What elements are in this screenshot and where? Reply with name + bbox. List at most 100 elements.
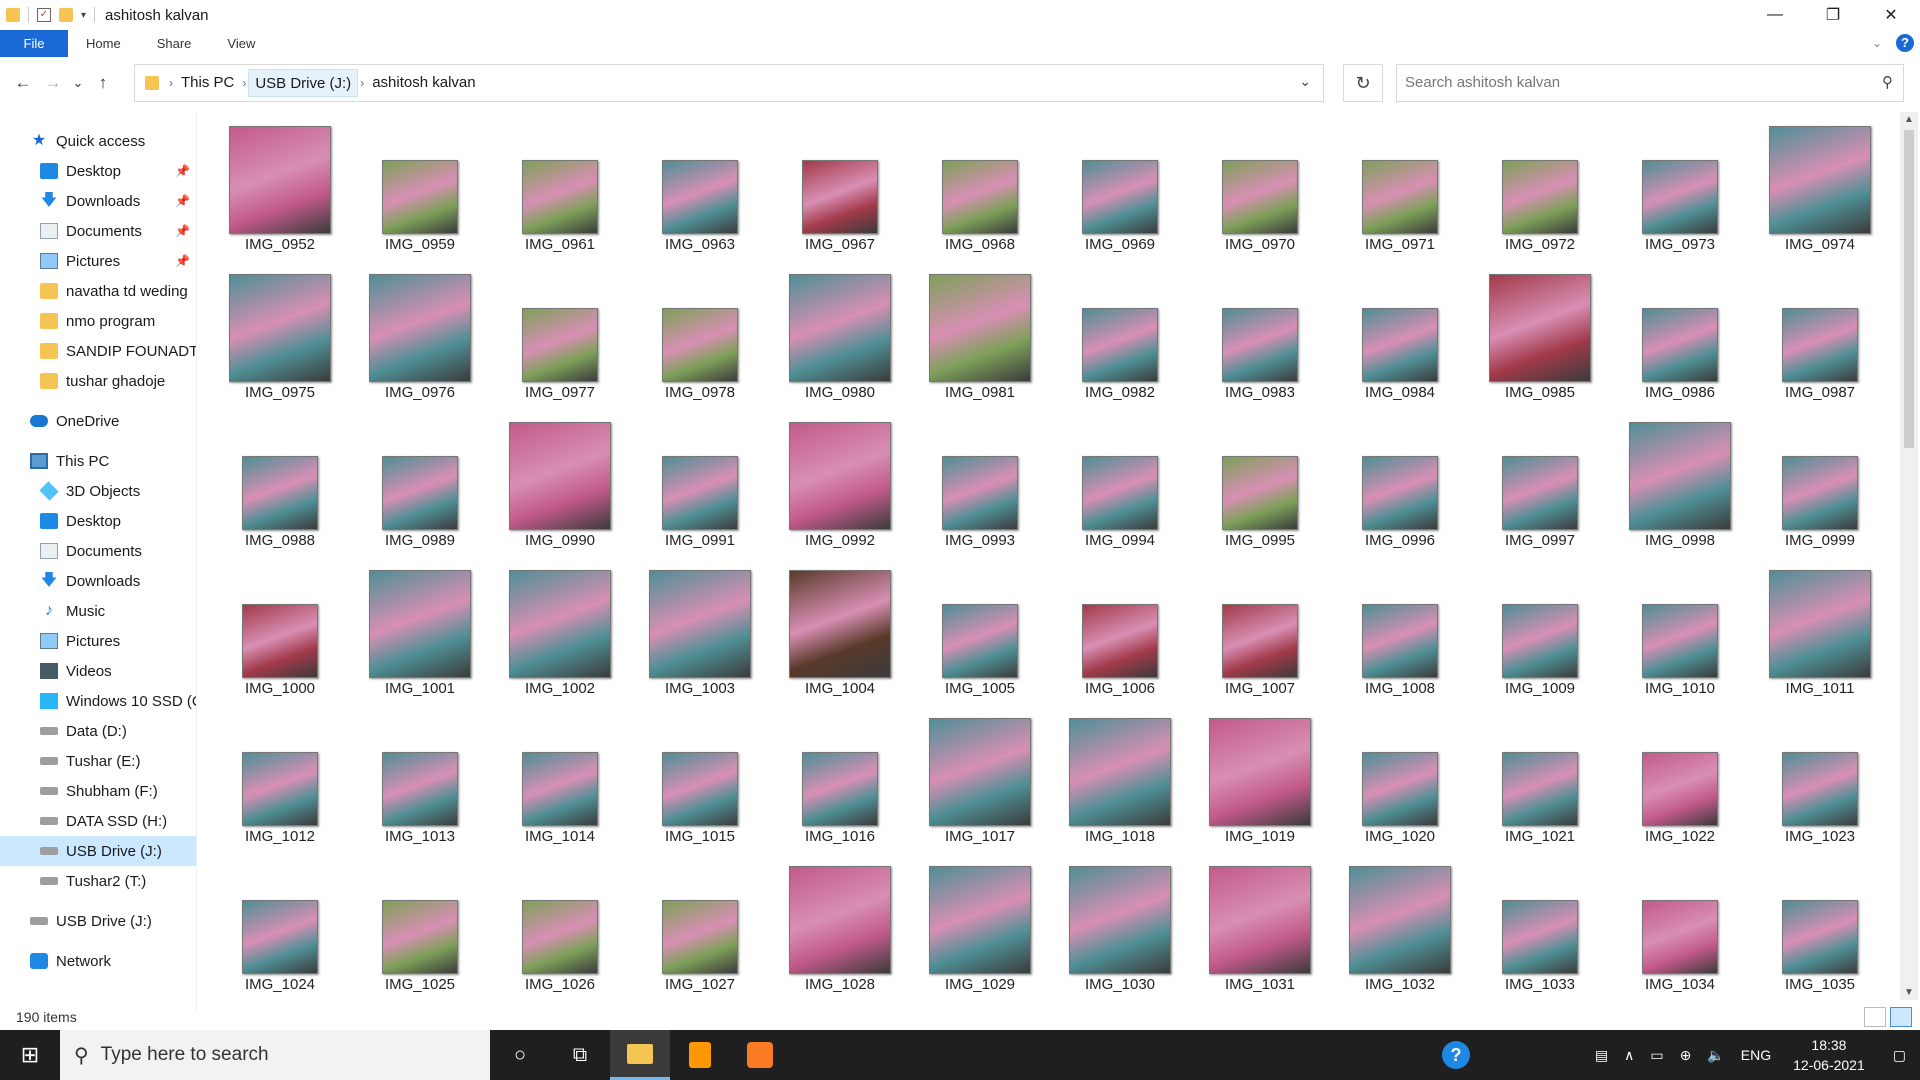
file-item[interactable]: IMG_1015: [630, 704, 770, 852]
file-item[interactable]: IMG_0986: [1610, 260, 1750, 408]
up-button[interactable]: ↑: [88, 73, 118, 93]
file-item[interactable]: IMG_1006: [1050, 556, 1190, 704]
start-button[interactable]: ⊞: [0, 1030, 60, 1080]
taskbar-xampp[interactable]: [730, 1030, 790, 1080]
file-item[interactable]: IMG_0996: [1330, 408, 1470, 556]
refresh-button[interactable]: ↻: [1343, 64, 1383, 102]
search-input[interactable]: Search ashitosh kalvan: [1405, 74, 1560, 91]
taskbar-search-box[interactable]: ⚲ Type here to search: [60, 1030, 490, 1080]
cortana-button[interactable]: ○: [490, 1030, 550, 1080]
file-item[interactable]: IMG_0981: [910, 260, 1050, 408]
file-item[interactable]: IMG_0952: [210, 112, 350, 260]
file-item[interactable]: IMG_1024: [210, 852, 350, 1000]
sidebar-item-nmo-program[interactable]: nmo program: [0, 306, 196, 336]
file-item[interactable]: IMG_0977: [490, 260, 630, 408]
sidebar-item-desktop-pc[interactable]: Desktop: [0, 506, 196, 536]
file-item[interactable]: IMG_0967: [770, 112, 910, 260]
file-item[interactable]: IMG_0983: [1190, 260, 1330, 408]
network-globe-icon[interactable]: ⊕: [1672, 1047, 1700, 1064]
taskbar-sublime-text[interactable]: [670, 1030, 730, 1080]
file-item[interactable]: IMG_0999: [1750, 408, 1890, 556]
file-item[interactable]: IMG_0974: [1750, 112, 1890, 260]
battery-icon[interactable]: ▭: [1642, 1047, 1671, 1064]
properties-icon[interactable]: ✓: [37, 8, 51, 22]
file-item[interactable]: IMG_1028: [770, 852, 910, 1000]
close-button[interactable]: ✕: [1862, 0, 1920, 30]
sidebar-item-drive-d[interactable]: Data (D:): [0, 716, 196, 746]
file-item[interactable]: IMG_0959: [350, 112, 490, 260]
sidebar-item-drive-f[interactable]: Shubham (F:): [0, 776, 196, 806]
chevron-right-icon[interactable]: ›: [358, 76, 366, 90]
sidebar-item-onedrive[interactable]: OneDrive: [0, 406, 196, 436]
breadcrumb-this-pc[interactable]: This PC: [175, 69, 240, 97]
file-item[interactable]: IMG_1033: [1470, 852, 1610, 1000]
file-item[interactable]: IMG_1030: [1050, 852, 1190, 1000]
minimize-button[interactable]: —: [1746, 0, 1804, 30]
file-item[interactable]: IMG_0982: [1050, 260, 1190, 408]
file-item[interactable]: IMG_0987: [1750, 260, 1890, 408]
file-item[interactable]: IMG_1027: [630, 852, 770, 1000]
sidebar-item-this-pc[interactable]: This PC: [0, 446, 196, 476]
sidebar-item-pictures-pc[interactable]: Pictures: [0, 626, 196, 656]
volume-icon[interactable]: 🔈: [1699, 1047, 1732, 1064]
sidebar-item-sandip-founadtio[interactable]: SANDIP FOUNADTIO: [0, 336, 196, 366]
file-item[interactable]: IMG_0991: [630, 408, 770, 556]
file-item[interactable]: IMG_0972: [1470, 112, 1610, 260]
file-item[interactable]: IMG_1003: [630, 556, 770, 704]
news-icon[interactable]: ▤: [1587, 1047, 1616, 1064]
maximize-button[interactable]: ❐: [1804, 0, 1862, 30]
notifications-icon[interactable]: ▢: [1879, 1047, 1920, 1064]
file-item[interactable]: IMG_0980: [770, 260, 910, 408]
tab-file[interactable]: File: [0, 30, 68, 57]
file-item[interactable]: IMG_1034: [1610, 852, 1750, 1000]
scroll-down-arrow[interactable]: ▼: [1900, 987, 1918, 998]
sidebar-item-network[interactable]: Network: [0, 946, 196, 976]
file-item[interactable]: IMG_1011: [1750, 556, 1890, 704]
file-item[interactable]: IMG_1010: [1610, 556, 1750, 704]
sidebar-item-drive-c[interactable]: Windows 10 SSD (C: [0, 686, 196, 716]
sidebar-item-desktop[interactable]: Desktop 📌: [0, 156, 196, 186]
file-item[interactable]: IMG_1008: [1330, 556, 1470, 704]
sidebar-item-tushar-ghadoje[interactable]: tushar ghadoje: [0, 366, 196, 396]
sidebar-item-drive-j[interactable]: USB Drive (J:): [0, 836, 196, 866]
file-item[interactable]: IMG_1016: [770, 704, 910, 852]
sidebar-item-drive-e[interactable]: Tushar (E:): [0, 746, 196, 776]
file-item[interactable]: IMG_1019: [1190, 704, 1330, 852]
sidebar-item-downloads[interactable]: 🡇 Downloads 📌: [0, 186, 196, 216]
file-item[interactable]: IMG_1013: [350, 704, 490, 852]
file-item[interactable]: IMG_0998: [1610, 408, 1750, 556]
file-item[interactable]: IMG_1007: [1190, 556, 1330, 704]
file-item[interactable]: IMG_1004: [770, 556, 910, 704]
file-item[interactable]: IMG_1020: [1330, 704, 1470, 852]
file-item[interactable]: IMG_1012: [210, 704, 350, 852]
file-item[interactable]: IMG_1023: [1750, 704, 1890, 852]
file-item[interactable]: IMG_0970: [1190, 112, 1330, 260]
breadcrumb-usb-drive[interactable]: USB Drive (J:): [248, 69, 359, 97]
file-item[interactable]: IMG_0976: [350, 260, 490, 408]
forward-button[interactable]: →: [38, 73, 68, 93]
sidebar-item-downloads-pc[interactable]: 🡇 Downloads: [0, 566, 196, 596]
file-item[interactable]: IMG_0963: [630, 112, 770, 260]
file-item[interactable]: IMG_1025: [350, 852, 490, 1000]
sidebar-item-documents-pc[interactable]: Documents: [0, 536, 196, 566]
file-item[interactable]: IMG_0995: [1190, 408, 1330, 556]
show-hidden-icons-icon[interactable]: ∧: [1616, 1047, 1642, 1064]
address-bar[interactable]: › This PC › USB Drive (J:) › ashitosh ka…: [134, 64, 1324, 102]
file-item[interactable]: IMG_1014: [490, 704, 630, 852]
tab-share[interactable]: Share: [139, 30, 210, 57]
file-item[interactable]: IMG_0990: [490, 408, 630, 556]
file-item[interactable]: IMG_1000: [210, 556, 350, 704]
sidebar-item-pictures[interactable]: Pictures 📌: [0, 246, 196, 276]
language-indicator[interactable]: ENG: [1733, 1047, 1779, 1063]
file-item[interactable]: IMG_0993: [910, 408, 1050, 556]
file-item[interactable]: IMG_0988: [210, 408, 350, 556]
search-icon[interactable]: ⚲: [1882, 65, 1893, 101]
scrollbar-thumb[interactable]: [1904, 130, 1914, 448]
file-item[interactable]: IMG_0989: [350, 408, 490, 556]
customize-toolbar-icon[interactable]: ▾: [81, 10, 86, 21]
sidebar-item-videos[interactable]: Videos: [0, 656, 196, 686]
details-view-button[interactable]: [1864, 1007, 1886, 1027]
file-item[interactable]: IMG_0973: [1610, 112, 1750, 260]
sidebar-item-drive-t[interactable]: Tushar2 (T:): [0, 866, 196, 896]
file-item[interactable]: IMG_0961: [490, 112, 630, 260]
